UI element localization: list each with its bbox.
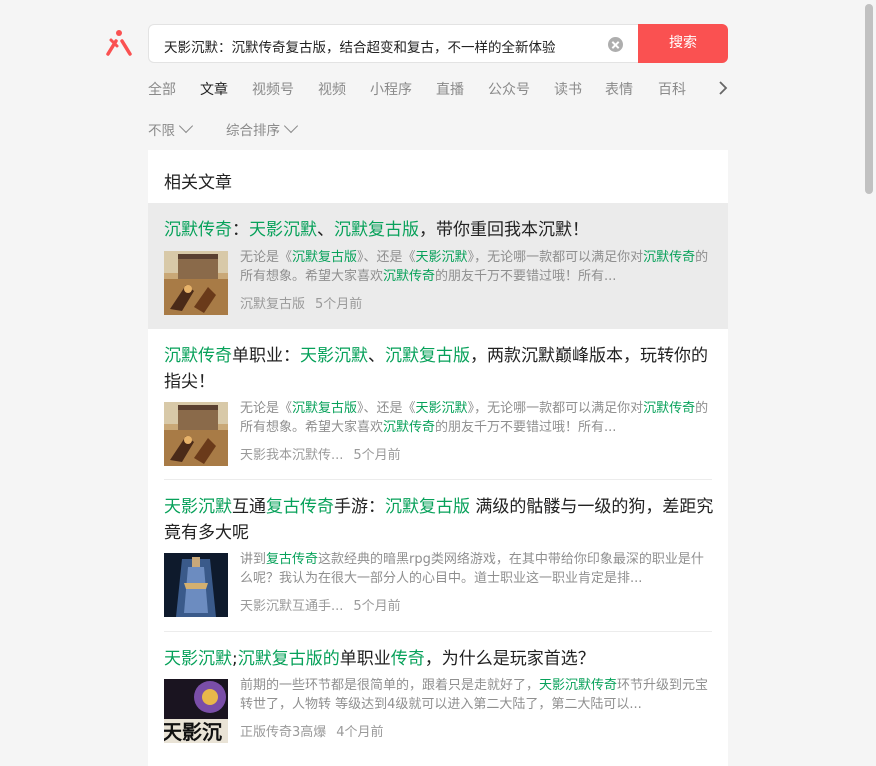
keyword-highlight: 沉默复古版: [385, 497, 470, 517]
text-segment: 的朋友千万不要错过哦！所有...: [435, 420, 617, 435]
keyword-highlight: 传奇: [390, 649, 425, 669]
text-segment: ：: [232, 220, 249, 240]
article-source[interactable]: 天影沉默互通手...: [240, 599, 343, 614]
text-segment: 讲到: [240, 552, 267, 567]
text-segment: 手游：: [334, 497, 385, 517]
thumbnail-text: 天影沉: [164, 720, 222, 743]
filter-sort-label: 综合排序: [226, 123, 280, 139]
clear-icon[interactable]: [608, 37, 623, 52]
keyword-highlight: 天影沉默: [164, 497, 232, 517]
filter-sort[interactable]: 综合排序: [226, 118, 299, 139]
keyword-highlight: 沉默复古版: [292, 250, 358, 265]
text-segment: 无论是《: [240, 250, 293, 265]
tab-stickers[interactable]: 表情: [605, 79, 633, 99]
text-segment: 的朋友千万不要错过哦！所有...: [435, 269, 617, 284]
text-segment: 、: [317, 220, 334, 240]
article-card[interactable]: 天影沉默;沉默复古版的单职业传奇，为什么是玩家首选？ 天影沉 前期的一些环节都是…: [148, 632, 728, 766]
article-summary: 前期的一些环节都是很简单的，跟着只是走就好了，天影沉默传奇环节升级到元宝转世了，…: [240, 676, 710, 714]
tab-mini-programs[interactable]: 小程序: [370, 79, 412, 99]
article-meta: 天影我本沉默传... 5个月前: [240, 444, 401, 463]
search-button[interactable]: 搜索: [638, 24, 728, 63]
keyword-highlight: 沉默传奇: [164, 220, 232, 240]
article-summary: 无论是《沉默复古版》、还是《天影沉默》，无论哪一款都可以满足你对沉默传奇的所有想…: [240, 399, 710, 437]
search-input[interactable]: 天影沉默：沉默传奇复古版，结合超变和复古，不一样的全新体验: [148, 24, 638, 63]
keyword-highlight: 沉默复古版: [292, 401, 358, 416]
article-summary: 无论是《沉默复古版》、还是《天影沉默》，无论哪一款都可以满足你对沉默传奇的所有想…: [240, 248, 710, 286]
article-card[interactable]: 沉默传奇：天影沉默、沉默复古版，带你重回我本沉默！ 无论是《沉默复古版》、还是《…: [148, 203, 728, 329]
article-source[interactable]: 正版传奇3高爆: [240, 725, 326, 740]
article-thumbnail: 天影沉: [164, 679, 228, 743]
tab-videos[interactable]: 视频: [318, 79, 346, 99]
keyword-highlight: 沉默复古版的: [237, 649, 340, 669]
article-title[interactable]: 沉默传奇：天影沉默、沉默复古版，带你重回我本沉默！: [164, 217, 716, 243]
keyword-highlight: 沉默传奇: [383, 269, 436, 284]
article-summary: 讲到复古传奇这款经典的暗黑rpg类网络游戏，在其中带给你印象最深的职业是什么呢？…: [240, 550, 710, 588]
logo-icon: [104, 28, 134, 60]
article-meta: 天影沉默互通手... 5个月前: [240, 595, 401, 614]
article-thumbnail: [164, 402, 228, 466]
tab-official-accounts[interactable]: 公众号: [488, 79, 530, 99]
text-segment: 前期的一些环节都是很简单的，跟着只是走就好了，: [240, 678, 540, 693]
article-meta: 沉默复古版 5个月前: [240, 293, 362, 312]
tab-articles[interactable]: 文章: [200, 79, 228, 99]
keyword-highlight: 沉默传奇: [643, 250, 696, 265]
tab-reading[interactable]: 读书: [554, 79, 582, 99]
keyword-highlight: 沉默传奇: [643, 401, 696, 416]
text-segment: 互通: [232, 497, 266, 517]
keyword-highlight: 复古传奇: [266, 552, 319, 567]
article-thumbnail: [164, 251, 228, 315]
category-tabs: 全部 文章 视频号 视频 小程序 直播 公众号 读书 表情 百科: [148, 79, 728, 105]
text-segment: 》、还是《: [357, 250, 416, 265]
keyword-highlight: 沉默复古版: [385, 346, 470, 366]
keyword-highlight: 天影沉默: [249, 220, 317, 240]
article-source[interactable]: 天影我本沉默传...: [240, 448, 343, 463]
keyword-highlight: 复古传奇: [266, 497, 334, 517]
scrollbar[interactable]: [865, 4, 873, 194]
article-thumbnail: [164, 553, 228, 617]
article-time: 5个月前: [315, 297, 363, 312]
results-panel: 相关文章 沉默传奇：天影沉默、沉默复古版，带你重回我本沉默！ 无论是《沉默复古版…: [148, 150, 728, 766]
tab-wiki[interactable]: 百科: [658, 79, 686, 99]
keyword-highlight: 天影沉默: [300, 346, 368, 366]
tab-live[interactable]: 直播: [436, 79, 464, 99]
article-title[interactable]: 天影沉默互通复古传奇手游：沉默复古版 满级的骷髅与一级的狗，差距究竟有多大呢: [164, 494, 716, 546]
section-title: 相关文章: [164, 173, 232, 193]
article-time: 5个月前: [353, 599, 401, 614]
text-segment: 、: [368, 346, 385, 366]
keyword-highlight: 天影沉默: [415, 401, 468, 416]
filter-time[interactable]: 不限: [148, 118, 194, 139]
article-card[interactable]: 天影沉默互通复古传奇手游：沉默复古版 满级的骷髅与一级的狗，差距究竟有多大呢 讲…: [148, 480, 728, 632]
article-source[interactable]: 沉默复古版: [240, 297, 305, 312]
text-segment: 》、还是《: [357, 401, 416, 416]
article-time: 4个月前: [336, 725, 384, 740]
keyword-highlight: 沉默传奇: [164, 346, 232, 366]
tab-all[interactable]: 全部: [148, 79, 176, 99]
keyword-highlight: 天影沉默: [164, 649, 232, 669]
text-segment: ，带你重回我本沉默！: [419, 220, 589, 240]
filter-time-label: 不限: [148, 123, 175, 139]
keyword-highlight: 沉默复古版: [334, 220, 419, 240]
article-meta: 正版传奇3高爆 4个月前: [240, 721, 384, 740]
chevron-down-icon: [178, 118, 194, 134]
chevron-right-icon[interactable]: [716, 80, 730, 96]
tab-channels[interactable]: 视频号: [252, 79, 294, 99]
text-segment: 无论是《: [240, 401, 293, 416]
keyword-highlight: 天影沉默传奇: [539, 678, 618, 693]
text-segment: 》，无论哪一款都可以满足你对: [467, 250, 644, 265]
article-card[interactable]: 沉默传奇单职业：天影沉默、沉默复古版，两款沉默巅峰版本，玩转你的指尖！ 无论是《…: [148, 329, 728, 480]
text-segment: 》，无论哪一款都可以满足你对: [467, 401, 644, 416]
keyword-highlight: 天影沉默: [415, 250, 468, 265]
chevron-down-icon: [283, 118, 299, 134]
text-segment: 单职业：: [232, 346, 300, 366]
article-title[interactable]: 天影沉默;沉默复古版的单职业传奇，为什么是玩家首选？: [164, 646, 716, 672]
text-segment: ，为什么是玩家首选？: [424, 649, 595, 669]
text-segment: 单职业: [339, 649, 391, 669]
article-title[interactable]: 沉默传奇单职业：天影沉默、沉默复古版，两款沉默巅峰版本，玩转你的指尖！: [164, 343, 716, 395]
keyword-highlight: 沉默传奇: [383, 420, 436, 435]
search-query-text: 天影沉默：沉默传奇复古版，结合超变和复古，不一样的全新体验: [164, 40, 556, 56]
article-time: 5个月前: [353, 448, 401, 463]
